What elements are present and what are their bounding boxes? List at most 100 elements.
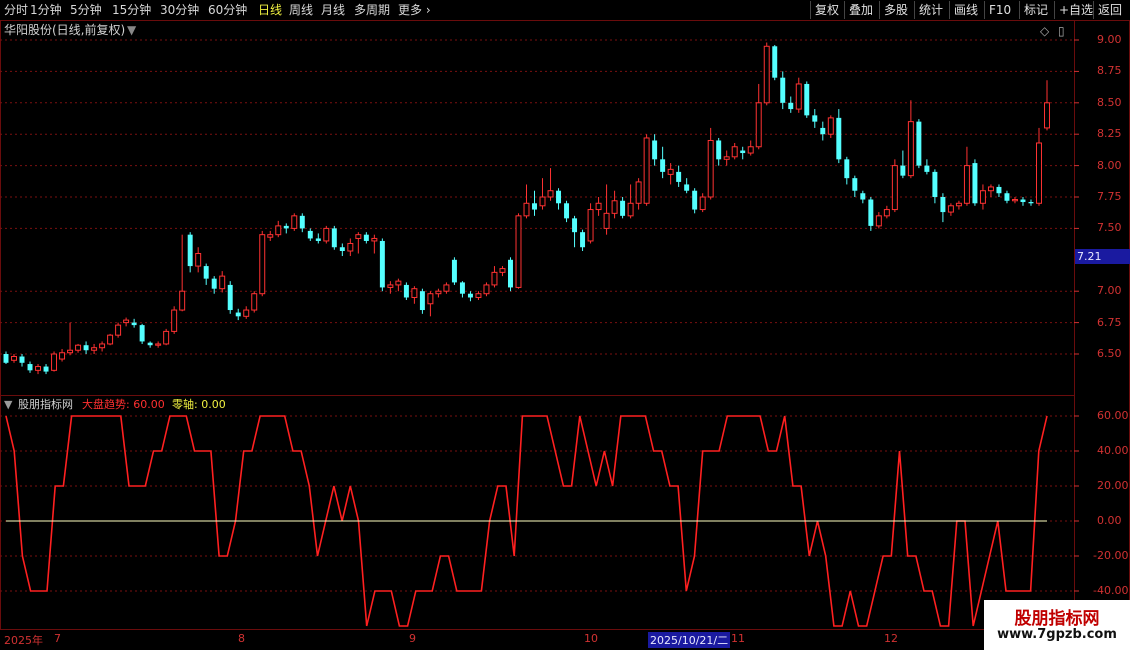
candle-body bbox=[763, 45, 770, 104]
date-cursor-label: 2025/10/21/二 bbox=[648, 632, 731, 648]
candlestick bbox=[19, 354, 25, 367]
candlestick bbox=[996, 184, 1002, 197]
candle-body bbox=[940, 197, 946, 213]
candlestick bbox=[987, 184, 994, 197]
candlestick bbox=[523, 184, 530, 219]
candlestick bbox=[435, 288, 442, 298]
collapse-icon[interactable]: ▼ bbox=[4, 398, 12, 412]
candle-body bbox=[716, 140, 722, 160]
candlestick bbox=[652, 134, 658, 166]
candle-body bbox=[331, 228, 337, 248]
candlestick bbox=[251, 291, 258, 313]
candlestick bbox=[900, 150, 906, 179]
candle-body bbox=[723, 156, 730, 160]
candle-body bbox=[795, 83, 802, 110]
candlestick bbox=[788, 96, 794, 113]
candlestick bbox=[27, 361, 33, 373]
candle-body bbox=[299, 215, 305, 229]
candlestick bbox=[692, 188, 698, 214]
candlestick bbox=[235, 308, 241, 321]
candlestick bbox=[676, 165, 682, 187]
candle-body bbox=[868, 199, 874, 226]
candlestick bbox=[852, 175, 858, 197]
candle-body bbox=[924, 165, 930, 172]
candlestick bbox=[844, 156, 850, 185]
candle-body bbox=[523, 202, 530, 217]
candle-body bbox=[652, 140, 658, 160]
candle-body bbox=[820, 127, 826, 135]
candle-body bbox=[211, 278, 217, 289]
candle-body bbox=[611, 200, 618, 214]
candlestick bbox=[595, 197, 602, 216]
candlestick bbox=[3, 351, 9, 365]
candlestick bbox=[772, 45, 778, 81]
candle-body bbox=[371, 237, 378, 242]
candlestick bbox=[299, 213, 305, 233]
watermark-url: www.7gpzb.com bbox=[997, 627, 1117, 642]
candle-body bbox=[171, 309, 178, 332]
candlestick bbox=[707, 127, 714, 200]
candlestick bbox=[483, 282, 490, 297]
candle-body bbox=[395, 280, 402, 286]
candle-body bbox=[963, 165, 970, 204]
price-tick: 8.50 bbox=[1097, 95, 1122, 109]
candlestick bbox=[75, 343, 82, 353]
candlestick bbox=[620, 197, 626, 219]
candlestick bbox=[371, 234, 378, 254]
candle-body bbox=[443, 284, 450, 292]
candlestick bbox=[780, 71, 786, 110]
candlestick bbox=[43, 364, 49, 375]
candlestick bbox=[804, 81, 810, 118]
price-tick: 7.50 bbox=[1097, 221, 1122, 235]
candle-body bbox=[740, 150, 746, 154]
candlestick bbox=[395, 278, 402, 292]
indicator-tick: 20.00 bbox=[1097, 479, 1129, 492]
candlestick bbox=[763, 42, 770, 106]
indicator-tick: 40.00 bbox=[1097, 444, 1129, 457]
candle-body bbox=[556, 190, 562, 204]
indicator-name[interactable]: 股朋指标网 bbox=[18, 398, 73, 412]
candle-body bbox=[459, 282, 465, 294]
candlestick bbox=[355, 232, 362, 254]
candle-body bbox=[251, 293, 258, 311]
candlestick bbox=[891, 159, 898, 213]
candlestick bbox=[947, 203, 954, 216]
date-tick: 7 bbox=[54, 632, 61, 645]
candlestick bbox=[67, 322, 74, 356]
candlestick bbox=[107, 333, 114, 346]
candlestick bbox=[643, 134, 650, 206]
candle-body bbox=[355, 234, 362, 239]
candlestick bbox=[740, 146, 746, 160]
candlestick bbox=[660, 146, 666, 179]
candlestick bbox=[203, 263, 209, 285]
candlestick bbox=[419, 288, 425, 314]
candle-body bbox=[515, 215, 522, 288]
price-tick: 7.75 bbox=[1097, 190, 1122, 203]
candle-body bbox=[91, 347, 98, 351]
candle-body bbox=[427, 293, 434, 305]
candlestick bbox=[684, 178, 690, 194]
indicator-tick: -40.00 bbox=[1093, 584, 1129, 597]
candle-body bbox=[115, 324, 122, 336]
candle-body bbox=[419, 291, 425, 311]
candle-body bbox=[363, 234, 369, 241]
candlestick bbox=[556, 188, 562, 210]
candlestick bbox=[1044, 80, 1050, 131]
candle-body bbox=[603, 212, 610, 229]
candlestick bbox=[379, 238, 385, 292]
candlestick bbox=[1020, 197, 1026, 206]
candle-body bbox=[635, 181, 642, 204]
candlestick bbox=[499, 266, 506, 277]
candlestick bbox=[539, 178, 546, 210]
candlestick bbox=[35, 364, 42, 375]
candle-body bbox=[1044, 102, 1050, 129]
candlestick bbox=[139, 323, 145, 344]
candle-body bbox=[1011, 199, 1018, 202]
candlestick bbox=[323, 225, 330, 244]
candle-body bbox=[699, 196, 706, 211]
candle-body bbox=[595, 202, 602, 211]
candle-body bbox=[195, 253, 202, 267]
candlestick bbox=[331, 225, 337, 250]
candlestick bbox=[91, 343, 98, 354]
candle-body bbox=[916, 121, 922, 166]
